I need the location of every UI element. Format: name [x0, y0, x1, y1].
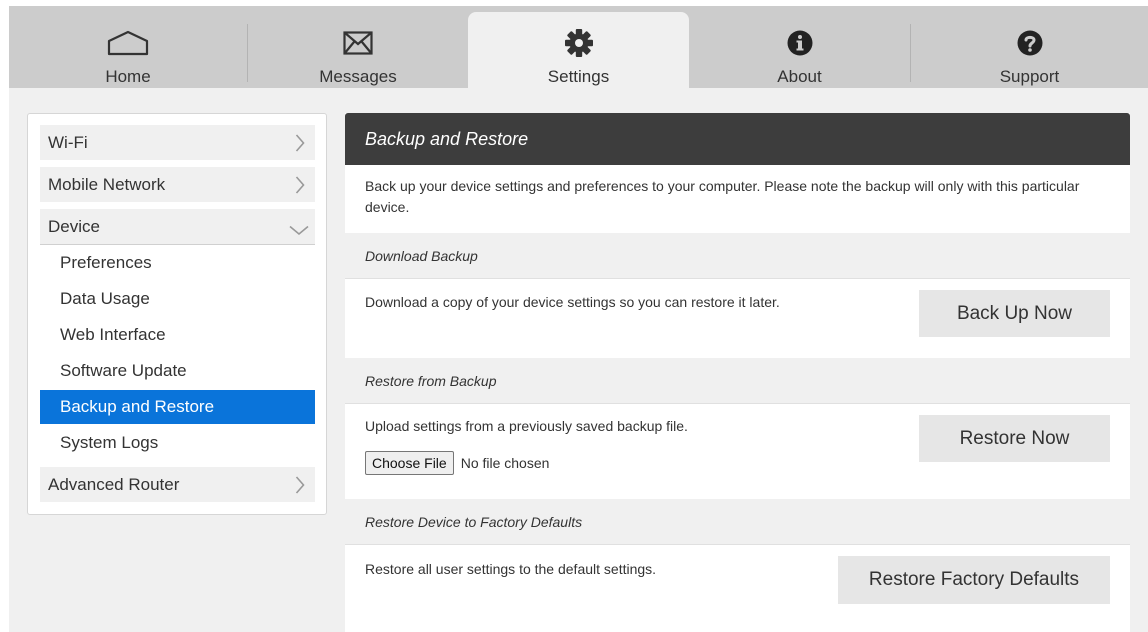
- sidebar-item-label: Wi-Fi: [48, 132, 88, 152]
- panel-title: Backup and Restore: [345, 113, 1130, 165]
- sidebar-item-data-usage[interactable]: Data Usage: [40, 282, 315, 316]
- question-icon: [1017, 28, 1043, 58]
- sidebar-item-label: Preferences: [60, 253, 152, 272]
- tab-settings-label: Settings: [547, 67, 610, 86]
- sidebar-item-label: Mobile Network: [48, 174, 166, 194]
- backup-restore-panel: Backup and Restore Back up your device s…: [345, 113, 1130, 632]
- sidebar-item-mobile-network[interactable]: Mobile Network: [40, 167, 315, 202]
- sidebar-item-label: Backup and Restore: [60, 397, 215, 416]
- tab-home[interactable]: Home: [9, 12, 247, 94]
- tab-messages[interactable]: Messages: [248, 12, 468, 94]
- sidebar-item-system-logs[interactable]: System Logs: [40, 426, 315, 460]
- gear-icon: [564, 28, 594, 58]
- sidebar-divider: [40, 244, 315, 245]
- section-factory-defaults-heading: Restore Device to Factory Defaults: [345, 499, 1130, 545]
- tab-messages-label: Messages: [319, 67, 397, 86]
- sidebar-item-backup-and-restore[interactable]: Backup and Restore: [40, 390, 315, 424]
- sidebar-item-label: System Logs: [60, 433, 159, 452]
- tab-home-label: Home: [105, 67, 151, 86]
- tab-support[interactable]: Support: [911, 12, 1148, 94]
- sidebar-item-web-interface[interactable]: Web Interface: [40, 318, 315, 352]
- sidebar-item-wifi[interactable]: Wi-Fi: [40, 125, 315, 160]
- envelope-icon: [343, 28, 373, 58]
- sidebar-item-label: Web Interface: [60, 325, 166, 344]
- sidebar-item-label: Data Usage: [60, 289, 150, 308]
- choose-file-button[interactable]: Choose File: [365, 451, 454, 475]
- sidebar-item-preferences[interactable]: Preferences: [40, 246, 315, 280]
- back-up-now-button[interactable]: Back Up Now: [919, 290, 1110, 337]
- file-status-text: No file chosen: [460, 455, 550, 471]
- restore-factory-defaults-button[interactable]: Restore Factory Defaults: [838, 556, 1110, 604]
- sidebar-item-device[interactable]: Device: [40, 209, 315, 244]
- restore-now-button[interactable]: Restore Now: [919, 415, 1110, 462]
- tab-support-label: Support: [999, 67, 1060, 86]
- sidebar-item-label: Advanced Router: [48, 474, 180, 494]
- restore-description: Upload settings from a previously saved …: [365, 418, 688, 434]
- sidebar-item-label: Software Update: [60, 361, 187, 380]
- chevron-right-icon: [295, 476, 305, 499]
- chevron-right-icon: [295, 134, 305, 157]
- panel-intro: Back up your device settings and prefere…: [365, 178, 1080, 215]
- section-download-backup-heading: Download Backup: [345, 233, 1130, 279]
- chevron-down-icon: [289, 221, 309, 241]
- sidebar-item-software-update[interactable]: Software Update: [40, 354, 315, 388]
- sidebar: Wi-Fi Mobile Network Device Preferences …: [27, 113, 327, 515]
- file-upload-row: Choose File No file chosen: [365, 451, 549, 475]
- chevron-right-icon: [295, 176, 305, 199]
- sidebar-item-label: Device: [48, 216, 100, 236]
- info-icon: [787, 28, 813, 58]
- section-restore-from-backup-heading: Restore from Backup: [345, 358, 1130, 404]
- tab-about[interactable]: About: [689, 12, 910, 94]
- home-icon: [107, 28, 149, 58]
- factory-description: Restore all user settings to the default…: [365, 561, 657, 577]
- top-nav: Home Messages Settings About Support: [9, 0, 1148, 94]
- download-description: Download a copy of your device settings …: [365, 294, 780, 310]
- sidebar-item-advanced-router[interactable]: Advanced Router: [40, 467, 315, 502]
- tab-settings[interactable]: Settings: [468, 12, 689, 94]
- tab-about-label: About: [777, 67, 822, 86]
